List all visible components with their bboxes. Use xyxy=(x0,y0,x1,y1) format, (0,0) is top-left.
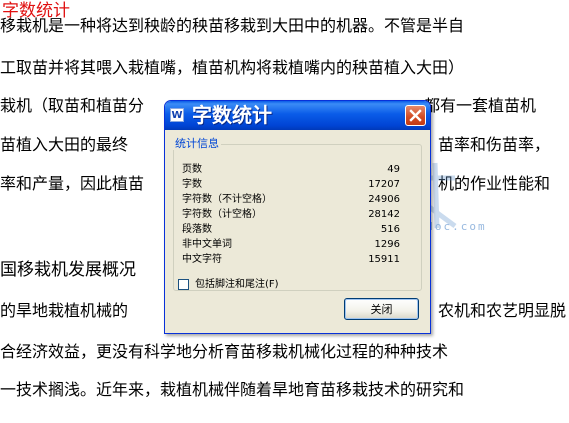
document-line: 率和产量，因此植苗 xyxy=(0,174,145,193)
stat-label: 段落数 xyxy=(182,224,212,235)
titlebar-close-button[interactable] xyxy=(405,105,426,126)
document-line: 的旱地栽植机械的 xyxy=(0,301,129,320)
stat-row-chars-with-spaces: 字符数（计空格） 28142 xyxy=(182,208,400,222)
stat-value: 516 xyxy=(380,224,400,235)
document-line: 栽机（取苗和植苗分 xyxy=(0,96,145,115)
stat-value: 24906 xyxy=(368,194,400,205)
stat-label: 中文字符 xyxy=(182,254,222,265)
statistics-group-label: 统计信息 xyxy=(173,137,221,150)
stat-label: 字符数（计空格） xyxy=(182,209,262,220)
word-app-icon: W xyxy=(170,108,184,122)
document-line: 农机和农艺明显脱 xyxy=(438,301,567,320)
document-line: 一技术搁浅。近年来，栽植机械伴随着旱地育苗移栽技术的研究和 xyxy=(0,380,465,399)
document-heading: 国移栽机发展概况 xyxy=(0,260,136,280)
document-line: 工取苗并将其喂入栽植嘴，植苗机构将栽植嘴内的秧苗植入大田） xyxy=(0,58,465,77)
stat-row-chinese-chars: 中文字符 15911 xyxy=(182,253,400,267)
document-line: 苗率和伤苗率， xyxy=(438,135,551,154)
stat-label: 页数 xyxy=(182,164,202,175)
stat-row-chars-no-spaces: 字符数（不计空格） 24906 xyxy=(182,193,400,207)
stat-label: 字数 xyxy=(182,179,202,190)
dialog-title: 字数统计 xyxy=(192,103,272,127)
close-button[interactable]: 关闭 xyxy=(344,298,419,320)
stat-label: 字符数（不计空格） xyxy=(182,194,272,205)
close-x-icon xyxy=(409,109,422,122)
stat-value: 1296 xyxy=(374,239,400,250)
document-line: 合经济效益，更没有科学地分析育苗移栽机械化过程的种种技术 xyxy=(0,342,449,361)
document-line: 苗植入大田的最终 xyxy=(0,135,129,154)
document-line: 移栽机是一种将达到秧龄的秧苗移栽到大田中的机器。不管是半自 xyxy=(0,16,465,35)
dialog-titlebar[interactable]: W 字数统计 xyxy=(165,101,430,130)
stat-row-pages: 页数 49 xyxy=(182,163,400,177)
document-line: 机的作业性能和 xyxy=(438,174,551,193)
document-line: 都有一套植苗机 xyxy=(424,96,537,115)
stat-value: 49 xyxy=(387,164,400,175)
stat-value: 17207 xyxy=(368,179,400,190)
stat-value: 15911 xyxy=(368,254,400,265)
stat-value: 28142 xyxy=(368,209,400,220)
word-count-dialog: W 字数统计 统计信息 页数 49 字数 17207 字符数（不计空格） 249… xyxy=(164,100,431,334)
stat-row-words: 字数 17207 xyxy=(182,178,400,192)
checkbox-label: 包括脚注和尾注(F) xyxy=(195,279,279,290)
stat-row-non-chinese-words: 非中文单词 1296 xyxy=(182,238,400,252)
stat-row-paragraphs: 段落数 516 xyxy=(182,223,400,237)
include-footnotes-checkbox[interactable]: 包括脚注和尾注(F) xyxy=(178,278,328,293)
checkbox-box[interactable] xyxy=(178,279,189,290)
stat-label: 非中文单词 xyxy=(182,239,232,250)
